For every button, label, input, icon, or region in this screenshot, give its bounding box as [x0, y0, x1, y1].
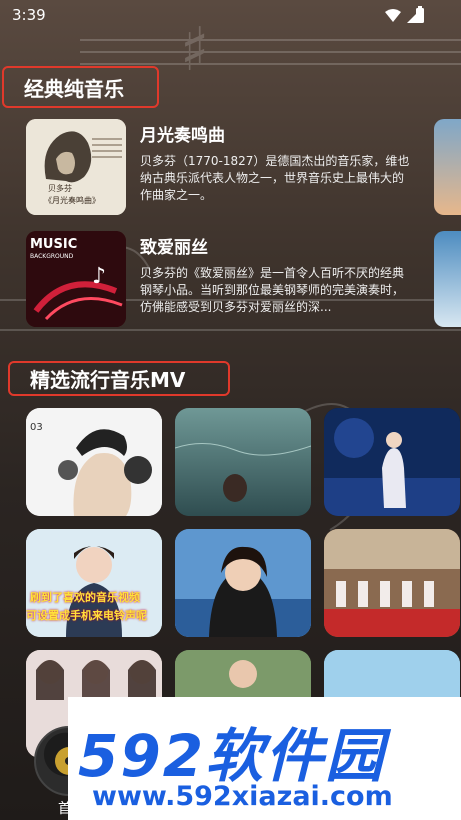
track-cover-music: ♪ MUSIC BACKGROUND: [26, 231, 126, 327]
track-peek-card[interactable]: [434, 231, 461, 327]
mv-card[interactable]: [324, 408, 460, 516]
watermark-url: www.592xiazai.com: [92, 781, 393, 812]
track-peek-card[interactable]: [434, 119, 461, 215]
mv-thumbnail: [175, 408, 311, 516]
status-time: 3:39: [12, 6, 46, 24]
track-title: 致爱丽丝: [140, 238, 208, 258]
cover-text-1: MUSIC: [30, 237, 78, 252]
section-title-classic-label: 经典纯音乐: [24, 76, 124, 101]
mv-thumbnail: [175, 529, 311, 637]
mv-corner-text: 03: [30, 422, 43, 433]
section-title-classic-music: 经典纯音乐: [2, 66, 159, 108]
mv-thumbnail: [324, 408, 460, 516]
svg-text:♪: ♪: [92, 264, 106, 289]
mv-thumbnail: [324, 529, 460, 637]
mv-card[interactable]: [175, 408, 311, 516]
mv-card[interactable]: 03: [26, 408, 162, 516]
track-cover-beethoven: 贝多芬 《月光奏鸣曲》: [26, 119, 126, 215]
track-item[interactable]: 贝多芬 《月光奏鸣曲》 月光奏鸣曲 贝多芬（1770-1827）是德国杰出的音乐…: [26, 119, 409, 215]
mv-card[interactable]: [175, 529, 311, 637]
track-description: 贝多芬（1770-1827）是德国杰出的音乐家，维也纳古典乐派代表人物之一，世界…: [140, 154, 410, 202]
mv-overlay-line2: 可设置成手机来电铃声呢: [26, 609, 147, 622]
track-description: 贝多芬的《致爱丽丝》是一首令人百听不厌的经典钢琴小品。当听到那位最美钢琴师的完美…: [140, 266, 405, 314]
status-bar: 3:39: [0, 0, 461, 32]
mv-thumbnail: [26, 408, 162, 516]
wifi-icon: [385, 9, 401, 22]
track-item[interactable]: ♪ MUSIC BACKGROUND 致爱丽丝 贝多芬的《致爱丽丝》是一首令人百…: [26, 231, 406, 327]
section-title-mv: 精选流行音乐MV: [8, 361, 230, 396]
battery-icon: [416, 6, 424, 23]
cover-text-1: 贝多芬: [48, 184, 72, 193]
section-title-mv-label: 精选流行音乐MV: [30, 368, 186, 392]
cover-text-2: 《月光奏鸣曲》: [44, 196, 100, 205]
cover-text-2: BACKGROUND: [30, 253, 74, 260]
track-title: 月光奏鸣曲: [140, 126, 225, 146]
mv-card[interactable]: [324, 529, 460, 637]
mv-overlay-line1: 刷到了喜欢的音乐视频: [30, 591, 140, 604]
mv-card[interactable]: 刷到了喜欢的音乐视频 可设置成手机来电铃声呢: [26, 529, 162, 637]
watermark-banner: 592软件园 www.592xiazai.com: [68, 697, 461, 820]
